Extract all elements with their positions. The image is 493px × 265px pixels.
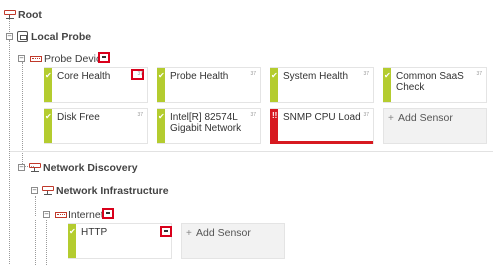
collapse-internet-toggle[interactable]: − (43, 211, 50, 218)
check-icon: ✔ (158, 112, 165, 121)
sensor-mini-indicator: 37 (363, 71, 369, 77)
sensor-mini-indicator: 37 (137, 112, 143, 118)
local-probe-label[interactable]: Local Probe (31, 31, 91, 43)
check-icon: ✔ (69, 227, 76, 236)
check-icon: ✔ (271, 71, 278, 80)
sensor-name: System Health (283, 71, 349, 82)
status-bar-up: ✔ (44, 109, 52, 143)
tree-connector (9, 40, 10, 265)
network-infrastructure-label[interactable]: Network Infrastructure (56, 185, 169, 197)
sensor-tile-common-saas-check[interactable]: ✔ Common SaaS Check 37 (383, 67, 487, 103)
sensor-name: Disk Free (57, 112, 100, 123)
internet-label[interactable]: Internet (68, 209, 104, 221)
group-icon (29, 163, 41, 173)
sensor-name: HTTP (81, 227, 108, 238)
probe-icon (17, 31, 28, 42)
group-icon (42, 186, 54, 196)
sensor-mini-indicator: 37 (250, 112, 256, 118)
add-sensor-button[interactable]: + Add Sensor (383, 108, 487, 144)
sensor-mini-indicator: 37 (363, 112, 369, 118)
status-bar-up: ✔ (383, 68, 391, 102)
plus-icon: + (186, 228, 192, 239)
internet-context-menu-button[interactable] (102, 208, 114, 219)
sensor-name: Probe Health (170, 71, 229, 82)
probe-device-context-menu-button[interactable] (98, 52, 110, 63)
device-icon (30, 56, 42, 62)
root-label[interactable]: Root (18, 9, 42, 21)
check-icon: ✔ (158, 71, 165, 80)
sensor-context-menu-button[interactable] (160, 226, 172, 237)
tree-connector (35, 196, 36, 216)
collapse-network-discovery-toggle[interactable]: − (18, 164, 25, 171)
status-bar-up: ✔ (157, 68, 165, 102)
collapse-local-probe-toggle[interactable]: − (6, 33, 13, 40)
status-bar-up: ✔ (157, 109, 165, 143)
add-sensor-button[interactable]: + Add Sensor (181, 223, 285, 259)
collapse-network-infrastructure-toggle[interactable]: − (31, 187, 38, 194)
sensor-name: Common SaaS Check (396, 71, 464, 93)
add-sensor-label: Add Sensor (196, 227, 251, 239)
plus-icon: + (388, 113, 394, 124)
sensor-mini-indicator: 37 (476, 71, 482, 77)
sensor-tile-probe-health[interactable]: ✔ Probe Health 37 (157, 67, 261, 103)
sensor-name: Intel[R] 82574L Gigabit Network (170, 112, 242, 134)
sensor-mini-indicator: 37 (250, 71, 256, 77)
group-separator (10, 151, 493, 152)
add-sensor-label: Add Sensor (398, 112, 453, 124)
collapse-probe-device-toggle[interactable]: − (18, 55, 25, 62)
sensor-tile-http[interactable]: ✔ HTTP (68, 223, 172, 259)
status-bar-up: ✔ (270, 68, 278, 102)
sensor-mini-indicator: 37 (137, 71, 143, 77)
sensor-tile-intel-network[interactable]: ✔ Intel[R] 82574L Gigabit Network 37 (157, 108, 261, 144)
sensor-tile-snmp-cpu-load[interactable]: !! SNMP CPU Load 37 (270, 108, 374, 144)
network-discovery-label[interactable]: Network Discovery (43, 162, 138, 174)
status-bar-down: !! (270, 109, 278, 143)
status-bar-up: ✔ (68, 224, 76, 258)
status-bar-up: ✔ (44, 68, 52, 102)
sensor-name: Core Health (57, 71, 111, 82)
check-icon: ✔ (45, 71, 52, 80)
tree-connector (46, 220, 47, 265)
sensor-tile-disk-free[interactable]: ✔ Disk Free 37 (44, 108, 148, 144)
device-icon (55, 212, 67, 218)
sensor-name: SNMP CPU Load (283, 112, 361, 123)
sensor-tile-core-health[interactable]: ✔ Core Health 37 (44, 67, 148, 103)
sensor-tile-system-health[interactable]: ✔ System Health 37 (270, 67, 374, 103)
check-icon: ✔ (384, 71, 391, 80)
tree-connector (35, 220, 36, 265)
down-status-underline (270, 141, 373, 144)
root-group-icon (4, 10, 16, 20)
check-icon: ✔ (45, 112, 52, 121)
alert-icon: !! (272, 111, 278, 120)
